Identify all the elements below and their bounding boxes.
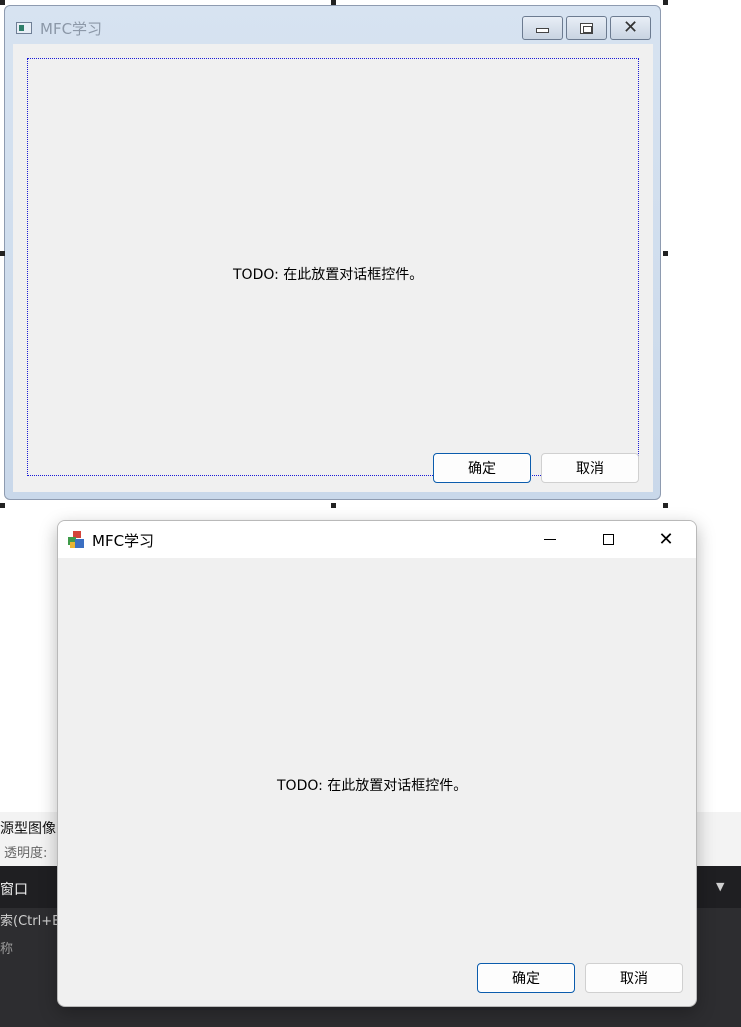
resize-handle-top-left[interactable]: [0, 0, 5, 5]
designer-dialog[interactable]: MFC学习 ✕ TODO: 在此放置对话框控件。 确定 取消: [4, 5, 661, 500]
tool-window-search[interactable]: 索(Ctrl+E: [0, 910, 60, 929]
minimize-icon: [536, 27, 549, 33]
mfc-app-icon: [68, 531, 84, 548]
cancel-button[interactable]: 取消: [585, 963, 683, 993]
resize-handle-bottom[interactable]: [331, 503, 336, 508]
resize-handle-right[interactable]: [663, 251, 668, 256]
resize-handle-top[interactable]: [331, 0, 336, 5]
column-header-name: 称: [0, 942, 14, 957]
minimize-button[interactable]: [522, 16, 563, 40]
runtime-dialog[interactable]: MFC学习 ✕ TODO: 在此放置对话框控件。 确定 取消: [57, 520, 697, 1007]
designer-title-bar[interactable]: MFC学习 ✕: [5, 6, 660, 42]
resize-handle-top-right[interactable]: [663, 0, 668, 5]
opacity-label: 透明度:: [4, 846, 48, 861]
minimize-icon: [544, 539, 556, 540]
todo-static-text[interactable]: TODO: 在此放置对话框控件。: [233, 264, 423, 284]
dropdown-arrow-icon[interactable]: ▼: [716, 880, 724, 893]
designer-client-area[interactable]: TODO: 在此放置对话框控件。 确定 取消: [13, 44, 653, 492]
dialog-app-icon: [16, 22, 32, 34]
minimize-button[interactable]: [521, 521, 579, 558]
maximize-button[interactable]: [566, 16, 607, 40]
close-button[interactable]: ✕: [637, 521, 695, 558]
resize-handle-bottom-right[interactable]: [663, 503, 668, 508]
resize-handle-left[interactable]: [0, 251, 5, 256]
close-icon: ✕: [658, 528, 674, 550]
designer-title: MFC学习: [40, 20, 103, 38]
tool-window-title: 窗口: [0, 882, 28, 898]
maximize-icon: [602, 534, 614, 545]
maximize-button[interactable]: [579, 521, 637, 558]
property-label: 源型图像: [0, 821, 56, 837]
runtime-title-bar[interactable]: MFC学习 ✕: [58, 521, 696, 558]
ok-button[interactable]: 确定: [433, 453, 531, 483]
cancel-button[interactable]: 取消: [541, 453, 639, 483]
maximize-icon: [580, 22, 593, 34]
close-icon: ✕: [622, 17, 639, 38]
runtime-title: MFC学习: [92, 532, 155, 550]
close-button[interactable]: ✕: [610, 16, 651, 40]
resize-handle-bottom-left[interactable]: [0, 503, 5, 508]
todo-static-text: TODO: 在此放置对话框控件。: [277, 778, 468, 794]
ok-button[interactable]: 确定: [477, 963, 575, 993]
